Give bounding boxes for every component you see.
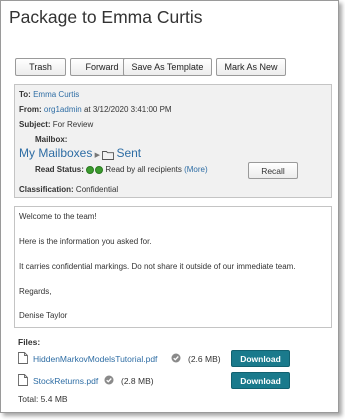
my-mailboxes-link[interactable]: My Mailboxes [19, 146, 92, 160]
document-icon [18, 374, 28, 386]
save-as-template-button[interactable]: Save As Template [123, 58, 212, 76]
download-button[interactable]: Download [231, 372, 290, 389]
subject-value: For Review [52, 120, 94, 129]
subject-label: Subject: [19, 120, 51, 129]
sent-folder-link[interactable]: Sent [116, 146, 141, 160]
read-status-row: Read Status: Read by all recipients (Mor… [35, 165, 208, 174]
file-link[interactable]: StockReturns.pdf [33, 376, 98, 386]
to-label: To: [19, 90, 31, 99]
classification-value: Confidential [75, 185, 119, 194]
file-row: HiddenMarkovModelsTutorial.pdf (2.6 MB) … [18, 350, 298, 368]
trash-button[interactable]: Trash [15, 58, 66, 76]
read-status-value: Read by all recipients [105, 165, 182, 174]
download-button[interactable]: Download [231, 350, 290, 367]
mailbox-label: Mailbox: [35, 135, 68, 144]
page-title: Package to Emma Curtis [9, 7, 203, 27]
file-size: (2.6 MB) [188, 354, 221, 364]
read-status-icon [86, 165, 95, 174]
file-link[interactable]: HiddenMarkovModelsTutorial.pdf [33, 354, 157, 364]
files-label: Files: [18, 337, 41, 347]
file-row: StockReturns.pdf (2.8 MB) Download [18, 372, 298, 390]
classification-label: Classification: [19, 185, 74, 194]
message-body: Welcome to the team! Here is the informa… [14, 206, 332, 328]
mailbox-path: My Mailboxes ▶ Sent [19, 146, 141, 160]
to-recipient-link[interactable]: Emma Curtis [33, 90, 79, 99]
body-line: Here is the information you asked for. [19, 237, 152, 246]
document-icon [18, 352, 28, 364]
body-line: Regards, [19, 287, 52, 296]
body-line: Denise Taylor [19, 311, 68, 320]
verified-check-icon [104, 375, 114, 385]
read-status-label: Read Status: [35, 165, 84, 174]
mark-as-new-button[interactable]: Mark As New [216, 58, 286, 76]
message-header: To: Emma Curtis From: org1admin at 3/12/… [14, 84, 332, 198]
classification-row: Classification: Confidential [19, 185, 118, 194]
from-user-link[interactable]: org1admin [44, 105, 82, 114]
package-window: Package to Emma Curtis Trash Forward Sav… [0, 0, 339, 413]
from-label: From: [19, 105, 42, 114]
folder-icon [102, 150, 115, 160]
verified-check-icon [171, 353, 181, 363]
body-line: It carries confidential markings. Do not… [19, 262, 296, 271]
breadcrumb-arrow-icon: ▶ [94, 152, 100, 159]
from-row: From: org1admin at 3/12/2020 3:41:00 PM [19, 105, 172, 114]
to-row: To: Emma Curtis [19, 90, 79, 99]
subject-row: Subject: For Review [19, 120, 93, 129]
file-size: (2.8 MB) [121, 376, 154, 386]
files-total: Total: 5.4 MB [18, 394, 68, 404]
more-link[interactable]: (More) [184, 165, 208, 174]
from-date: at 3/12/2020 3:41:00 PM [83, 105, 172, 114]
read-status-icon [95, 165, 104, 174]
body-line: Welcome to the team! [19, 212, 97, 221]
recall-button[interactable]: Recall [248, 162, 298, 179]
